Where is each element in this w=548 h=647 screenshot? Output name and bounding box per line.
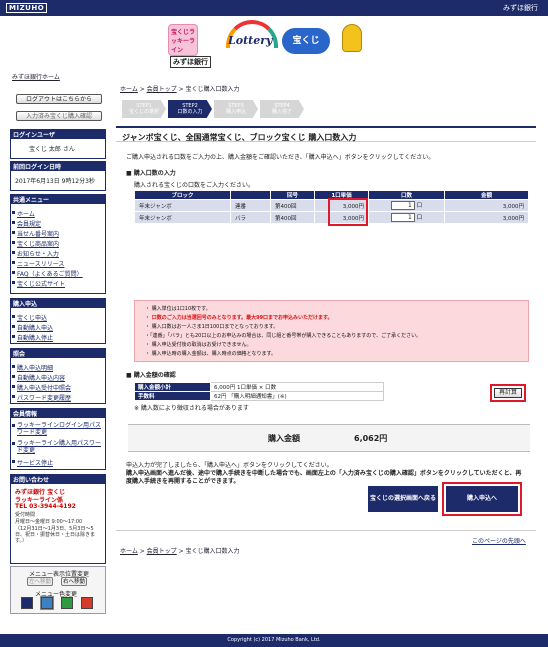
contact-heading: お問い合わせ — [10, 474, 106, 484]
qty-input-renban[interactable]: 1 — [390, 201, 415, 210]
user-name: 宝くじ 太郎 さん — [29, 146, 75, 153]
common-menu: ホーム 会員規定 当せん番号案内 宝くじ商品案内 お知らせ・入力 ニュースリリー… — [10, 204, 106, 294]
note-4: ・「連番」「バラ」とも20口以上のお申込みの場合は、同じ組と番号帯が購入できるこ… — [145, 333, 422, 339]
move-right-button[interactable]: 右へ移動 — [61, 577, 87, 586]
bank-name: みずほ銀行 — [503, 4, 538, 12]
step-1: STEP1 宝くじの選択 — [122, 100, 166, 118]
menu-item-pending[interactable]: 購入申込受付中照会 — [11, 383, 71, 392]
page-top-link[interactable]: このページの先頭へ — [472, 536, 526, 545]
breadcrumb-home[interactable]: ホーム — [120, 86, 138, 93]
hours-label: 受付時間 — [15, 512, 36, 518]
top-bar: MIZUHO みずほ銀行 — [0, 0, 548, 16]
mascot-icon — [342, 24, 362, 52]
menu-item-auto-stop[interactable]: 自動購入停止 — [11, 333, 53, 342]
last-login-heading: 前回ログイン日時 — [10, 161, 106, 171]
lottery-banner: 宝くじラッキーライン Lottery 宝くじ みずほ銀行 — [160, 20, 380, 70]
total-label: 購入金額 — [268, 434, 300, 443]
intro-text: ご購入申込される口数をご入力の上、購入金額をご確認いただき、「購入申込へ」ボタン… — [126, 154, 435, 161]
menu-item-terms[interactable]: 会員規定 — [11, 219, 41, 228]
last-login-time: 2017年6月13日 9時12分3秒 — [15, 178, 95, 185]
logout-button[interactable]: ログアウトはこちらから — [16, 94, 102, 104]
purchase-confirm-button[interactable]: 入力済み宝くじ購入確認 — [16, 111, 102, 121]
member-menu: ラッキーラインログイン用パスワード変更 ラッキーライン購入用パスワード変更 サー… — [10, 418, 106, 470]
breadcrumb-home[interactable]: ホーム — [120, 548, 138, 555]
purchase-heading: 購入申込 — [10, 298, 106, 308]
menu-item-notices[interactable]: お知らせ・入力 — [12, 249, 59, 258]
menu-item-password-history[interactable]: パスワード変更履歴 — [11, 393, 71, 402]
menu-item-purchase-history[interactable]: 購入申込明細 — [11, 363, 53, 372]
menu-item-winning-numbers[interactable]: 当せん番号案内 — [11, 229, 59, 238]
breadcrumb-member-top[interactable]: 会員トップ — [147, 86, 177, 93]
footer: Copyright (c) 2017 Mizuho Bank, Ltd. — [0, 634, 548, 647]
common-menu-heading: 共通メニュー — [10, 194, 106, 204]
member-heading: 会員情報 — [10, 408, 106, 418]
contact-box: みずほ銀行 宝くじ ラッキーライン係 TEL 03-3944-4192 受付時間… — [10, 484, 106, 564]
mizuho-logo[interactable]: MIZUHO — [6, 3, 48, 13]
proceed-highlight — [442, 482, 522, 516]
purchase-menu: 宝くじ申込 自動購入申込 自動購入停止 — [10, 308, 106, 344]
summary-table: 購入金額小計 6,000円 1口単価 × 口数 手数料 62円 「購入明細通知書… — [134, 382, 384, 401]
color-swatch-blue[interactable] — [40, 596, 54, 610]
instruction-1: 申込入力が完了しましたら、「購入申込へ」ボタンをクリックしてください。 — [126, 462, 333, 469]
table-row: 手数料 62円 「購入明細通知書」(※) — [134, 391, 384, 401]
step-3: STEP3 購入申込 — [214, 100, 258, 118]
menu-item-home[interactable]: ホーム — [12, 209, 35, 218]
qty-highlight — [328, 198, 368, 226]
menu-item-purchase-password[interactable]: ラッキーライン購入用パスワード変更 — [12, 440, 101, 454]
note-5: ・ 購入申込受付後の取消はお受けできません。 — [145, 342, 252, 348]
confirm-section-title: 購入金額の確認 — [126, 370, 176, 379]
step-4: STEP4 購入完了 — [260, 100, 304, 118]
qty-input-bara[interactable]: 1 — [390, 213, 415, 222]
menu-item-official-site[interactable]: 宝くじ公式サイト — [11, 279, 65, 288]
divider — [116, 530, 536, 531]
menu-item-service-stop[interactable]: サービス停止 — [11, 458, 53, 467]
total-box: 購入金額 6,062円 — [128, 424, 530, 452]
total-value: 6,062円 — [354, 434, 388, 443]
fee-footnote: ※ 購入数により徴収される場合があります — [134, 405, 249, 412]
input-section-note: 購入される宝くじの口数をご入力ください。 — [134, 182, 255, 189]
hours-note: （12月31日～1月3日、5月3日～5日、祝日・振替休日・土日は除きます。） — [15, 526, 96, 544]
breadcrumb-current: 宝くじ購入口数入力 — [185, 86, 240, 93]
note-1: ・ 購入単位は1口10枚です。 — [145, 306, 211, 312]
hours-text: 月曜日～金曜日 9:00～17:00 — [15, 519, 83, 525]
color-swatch-navy[interactable] — [21, 597, 33, 609]
lucky-line-logo: 宝くじラッキーライン — [168, 24, 198, 56]
last-login-box: 2017年6月13日 9時12分3秒 — [10, 171, 106, 191]
note-6: ・ 購入申込時の購入金額は、購入時点の価格となります。 — [145, 351, 276, 357]
menu-item-auto-contents[interactable]: 自動購入申込内容 — [11, 373, 65, 382]
lottery-rainbow-logo: Lottery — [222, 20, 282, 56]
menu-item-news[interactable]: ニュースリリース — [11, 259, 64, 268]
sidebar-home-link[interactable]: みずほ銀行ホーム — [12, 72, 60, 81]
menu-item-products[interactable]: 宝くじ商品案内 — [11, 239, 59, 248]
page-title: ジャンボ宝くじ、全国通常宝くじ、ブロック宝くじ 購入口数入力 — [116, 126, 536, 142]
color-swatch-red[interactable] — [81, 597, 93, 609]
menu-settings: メニュー表示位置変更 左へ移動 右へ移動 メニュー色変更 — [10, 566, 106, 614]
table-row: 購入金額小計 6,000円 1口単価 × 口数 — [134, 382, 384, 392]
contact-tel: TEL 03-3944-4192 — [15, 503, 76, 510]
notes-box: ・ 購入単位は1口10枚です。 ・ 口数のご入力は当選回号のみとなります。最大9… — [134, 300, 529, 362]
note-2: ・ 口数のご入力は当選回号のみとなります。最大99口までお申込みいただけます。 — [145, 315, 333, 321]
step-2: STEP2 口数の入力 — [168, 100, 212, 118]
inquiry-menu: 購入申込明細 自動購入申込内容 購入申込受付中照会 パスワード変更履歴 — [10, 358, 106, 404]
move-left-button[interactable]: 左へ移動 — [27, 577, 53, 586]
back-to-select-button[interactable]: 宝くじの選択画面へ戻る — [368, 486, 438, 512]
login-user-heading: ログインユーザ — [10, 129, 106, 139]
menu-item-faq[interactable]: FAQ（よくあるご質問） — [12, 269, 83, 278]
menu-item-lottery-apply[interactable]: 宝くじ申込 — [11, 313, 47, 322]
inquiry-heading: 照会 — [10, 348, 106, 358]
note-3: ・ 購入口数はお一人さま1日100口までとなっております。 — [145, 324, 279, 330]
menu-item-login-password[interactable]: ラッキーラインログイン用パスワード変更 — [12, 422, 101, 436]
mizuho-bank-tag: みずほ銀行 — [170, 56, 211, 68]
takarakuji-logo: 宝くじ — [282, 28, 330, 54]
breadcrumb-member-top[interactable]: 会員トップ — [147, 548, 177, 555]
menu-item-auto-apply[interactable]: 自動購入申込 — [11, 323, 53, 332]
breadcrumb-bottom: ホーム > 会員トップ > 宝くじ購入口数入力 — [120, 548, 240, 555]
breadcrumb: ホーム > 会員トップ > 宝くじ購入口数入力 — [120, 86, 240, 93]
breadcrumb-current: 宝くじ購入口数入力 — [185, 548, 240, 555]
color-swatch-green[interactable] — [61, 597, 73, 609]
login-user-box: 宝くじ 太郎 さん — [10, 139, 106, 159]
input-section-title: 購入口数の入力 — [126, 168, 176, 177]
recalc-highlight — [490, 384, 526, 402]
